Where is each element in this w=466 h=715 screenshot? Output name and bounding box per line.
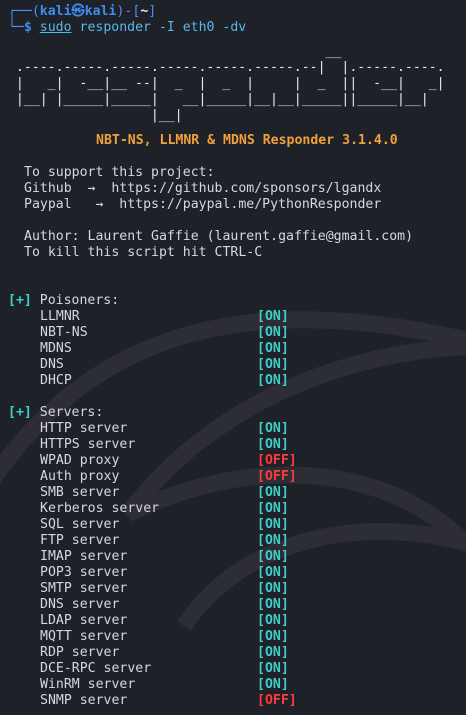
status-label: RDP server (40, 645, 120, 660)
status-label: FTP server (40, 533, 120, 548)
status-row: DCE-RPC server [ON] (0, 661, 466, 677)
status-label: NBT-NS (40, 325, 88, 340)
status-row: NBT-NS [ON] (0, 325, 466, 341)
status-badge: [ON] (257, 325, 289, 340)
status-row: SQL server [ON] (0, 517, 466, 533)
status-label: LDAP server (40, 613, 128, 628)
terminal-window[interactable]: ┌──(kali㉿kali)-[~] └─$ sudo responder -I… (0, 0, 466, 715)
status-label: WPAD proxy (40, 453, 120, 468)
banner-line-3: | _| -__|__ --| _ | _ | | _ || -__| _| (0, 76, 445, 91)
status-row: HTTP server [ON] (0, 421, 466, 437)
status-badge: [ON] (257, 613, 289, 628)
status-label: POP3 server (40, 565, 128, 580)
status-badge: [ON] (257, 677, 289, 692)
servers-title: Servers: (39, 405, 104, 420)
status-row: HTTPS server [ON] (0, 437, 466, 453)
status-badge: [ON] (257, 373, 289, 388)
status-row: WinRM server [ON] (0, 677, 466, 693)
status-row: MDNS [ON] (0, 341, 466, 357)
status-badge: [OFF] (257, 693, 297, 708)
status-row: LDAP server [ON] (0, 613, 466, 629)
status-label: SMB server (40, 485, 120, 500)
status-label: DNS (40, 357, 64, 372)
command-sudo: sudo (39, 20, 72, 35)
status-label: MDNS (40, 341, 72, 356)
status-badge: [ON] (257, 533, 289, 548)
status-badge: [ON] (257, 581, 289, 596)
status-row: SNMP server [OFF] (0, 693, 466, 709)
status-badge: [ON] (257, 421, 289, 436)
banner-line-4: |__| |_____|_____| __|_____|__|__|_____|… (0, 92, 429, 107)
prompt-host: kali (84, 4, 117, 19)
status-row: WPAD proxy [OFF] (0, 453, 466, 469)
status-row: MQTT server [ON] (0, 629, 466, 645)
status-row: SMTP server [ON] (0, 581, 466, 597)
status-row: RDP server [ON] (0, 645, 466, 661)
status-badge: [ON] (257, 517, 289, 532)
status-row: LLMNR [ON] (0, 309, 466, 325)
status-row: IMAP server [ON] (0, 549, 466, 565)
status-row: DNS [ON] (0, 357, 466, 373)
status-badge: [ON] (257, 661, 289, 676)
status-label: Auth proxy (40, 469, 120, 484)
status-label: DHCP (40, 373, 72, 388)
poisoners-title: Poisoners: (39, 293, 120, 308)
status-label: IMAP server (40, 549, 128, 564)
banner-line-2: .----.-----.-----.-----.-----.-----.--| … (0, 60, 445, 75)
status-label: WinRM server (40, 677, 136, 692)
kill-hint: To kill this script hit CTRL-C (24, 245, 263, 260)
prompt-dollar: $ (23, 20, 32, 35)
poisoners-marker: [+] (8, 293, 32, 308)
poisoners-heading: [+] Poisoners: (8, 293, 119, 309)
status-label: HTTPS server (40, 437, 136, 452)
status-badge: [ON] (257, 565, 289, 580)
status-label: SMTP server (40, 581, 128, 596)
status-label: MQTT server (40, 629, 128, 644)
responder-title: NBT-NS, LLMNR & MDNS Responder 3.1.4.0 (96, 133, 398, 148)
status-badge: [OFF] (257, 469, 297, 484)
banner-line-1: __ (0, 44, 342, 59)
support-paypal: Paypal → https://paypal.me/PythonRespond… (24, 197, 382, 212)
prompt-user: kali (39, 4, 72, 19)
status-row: FTP server [ON] (0, 533, 466, 549)
support-github: Github → https://github.com/sponsors/lga… (24, 181, 382, 196)
servers-heading: [+] Servers: (8, 405, 103, 421)
command-text: responder -I eth0 -dv (79, 20, 247, 35)
servers-marker: [+] (8, 405, 32, 420)
status-row: Auth proxy [OFF] (0, 469, 466, 485)
prompt-line: ┌──(kali㉿kali)-[~] (8, 4, 156, 20)
kali-at-icon: ㉿ (71, 4, 85, 19)
command-line[interactable]: └─$ sudo responder -I eth0 -dv (8, 20, 246, 36)
status-label: SNMP server (40, 693, 128, 708)
support-heading: To support this project: (24, 165, 215, 180)
status-label: Kerberos server (40, 501, 160, 516)
status-badge: [ON] (257, 629, 289, 644)
status-badge: [ON] (257, 485, 289, 500)
status-badge: [ON] (257, 309, 289, 324)
status-badge: [ON] (257, 549, 289, 564)
status-label: DCE-RPC server (40, 661, 152, 676)
status-badge: [ON] (257, 501, 289, 516)
prompt-corner-top: ┌──( (8, 4, 40, 19)
status-label: SQL server (40, 517, 120, 532)
prompt-dir-close: ] (148, 4, 157, 19)
prompt-corner-bottom: └─ (8, 20, 24, 35)
status-badge: [OFF] (257, 453, 297, 468)
banner-line-5: |__| (0, 108, 183, 123)
status-badge: [ON] (257, 645, 289, 660)
status-row: SMB server [ON] (0, 485, 466, 501)
status-badge: [ON] (257, 341, 289, 356)
status-row: DHCP [ON] (0, 373, 466, 389)
status-badge: [ON] (257, 357, 289, 372)
status-row: Kerberos server [ON] (0, 501, 466, 517)
prompt-dir-open: )-[ (116, 4, 141, 19)
author-line: Author: Laurent Gaffie (laurent.gaffie@g… (24, 229, 414, 244)
status-row: DNS server [ON] (0, 597, 466, 613)
status-badge: [ON] (257, 597, 289, 612)
status-label: LLMNR (40, 309, 80, 324)
status-badge: [ON] (257, 437, 289, 452)
status-row: POP3 server [ON] (0, 565, 466, 581)
status-label: DNS server (40, 597, 120, 612)
status-label: HTTP server (40, 421, 128, 436)
